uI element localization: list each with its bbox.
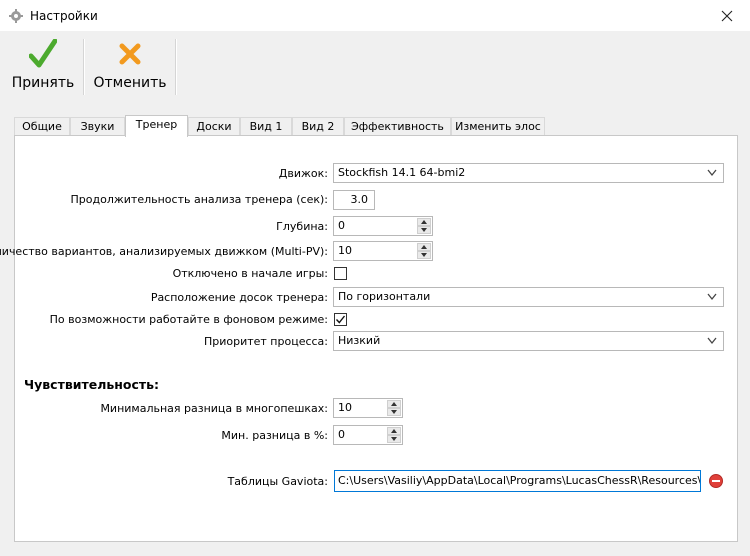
priority-value: Низкий xyxy=(338,334,381,347)
tab-view-2[interactable]: Вид 2 xyxy=(292,117,344,135)
cancel-button[interactable]: Отменить xyxy=(90,39,170,97)
cross-icon xyxy=(119,43,141,65)
engine-label: Движок: xyxy=(278,167,328,180)
toolbar-separator xyxy=(83,39,85,95)
sensitivity-heading: Чувствительность: xyxy=(24,377,160,392)
tab-sounds[interactable]: Звуки xyxy=(70,117,125,135)
spin-up-icon[interactable] xyxy=(417,218,431,226)
min-pct-label: Мин. разница в %: xyxy=(221,429,328,442)
tab-trainer[interactable]: Тренер xyxy=(125,115,188,137)
gaviota-path-field[interactable]: C:\Users\Vasiliy\AppData\Local\Programs\… xyxy=(334,470,701,492)
min-pct-spinbox[interactable]: 0 xyxy=(333,425,403,445)
chevron-down-icon xyxy=(707,169,717,177)
chevron-down-icon xyxy=(707,337,717,345)
gaviota-label: Таблицы Gaviota: xyxy=(227,475,328,488)
tab-view-1[interactable]: Вид 1 xyxy=(240,117,292,135)
engine-value: Stockfish 14.1 64-bmi2 xyxy=(338,166,466,179)
tab-boards[interactable]: Доски xyxy=(188,117,240,135)
spin-up-icon[interactable] xyxy=(387,400,401,408)
spin-down-icon[interactable] xyxy=(417,226,431,234)
window-title: Настройки xyxy=(30,9,98,23)
accept-label: Принять xyxy=(11,75,75,91)
multipv-value: 10 xyxy=(338,244,352,257)
boards-layout-value: По горизонтали xyxy=(338,290,431,303)
multipv-label: Количество вариантов, анализируемых движ… xyxy=(0,245,328,258)
spin-down-icon[interactable] xyxy=(387,435,401,443)
checkmark-icon xyxy=(335,315,346,324)
priority-combo[interactable]: Низкий xyxy=(333,331,724,351)
disabled-start-label: Отключено в начале игры: xyxy=(172,267,328,280)
spin-down-icon[interactable] xyxy=(417,251,431,259)
close-button[interactable] xyxy=(704,0,750,31)
spin-up-icon[interactable] xyxy=(417,243,431,251)
gear-icon xyxy=(9,9,23,23)
depth-value: 0 xyxy=(338,219,345,232)
boards-layout-label: Расположение досок тренера: xyxy=(150,291,328,304)
min-diff-spinbox[interactable]: 10 xyxy=(333,398,403,418)
title-bar: Настройки xyxy=(0,0,750,31)
background-label: По возможности работайте в фоновом режим… xyxy=(49,313,328,326)
priority-label: Приоритет процесса: xyxy=(203,335,328,348)
min-diff-label: Минимальная разница в многопешках: xyxy=(100,402,328,415)
close-icon xyxy=(721,10,733,21)
spin-down-icon[interactable] xyxy=(387,408,401,416)
tab-efficiency[interactable]: Эффективность xyxy=(344,117,451,135)
tab-change-elos[interactable]: Изменить элос xyxy=(451,117,545,135)
checkmark-icon xyxy=(29,39,57,68)
depth-label: Глубина: xyxy=(276,220,328,233)
accept-button[interactable]: Принять xyxy=(8,39,78,97)
duration-field[interactable]: 3.0 xyxy=(333,190,375,210)
min-diff-value: 10 xyxy=(338,401,352,414)
min-pct-value: 0 xyxy=(338,428,345,441)
background-checkbox[interactable] xyxy=(334,313,347,326)
toolbar-separator xyxy=(175,39,177,95)
disabled-start-checkbox[interactable] xyxy=(334,267,347,280)
chevron-down-icon xyxy=(707,293,717,301)
duration-label: Продолжительность анализа тренера (сек): xyxy=(70,193,328,206)
tab-general[interactable]: Общие xyxy=(14,117,70,135)
multipv-spinbox[interactable]: 10 xyxy=(333,241,433,261)
toolbar: Принять Отменить xyxy=(0,31,750,101)
cancel-label: Отменить xyxy=(93,75,167,91)
spin-up-icon[interactable] xyxy=(387,427,401,435)
engine-combo[interactable]: Stockfish 14.1 64-bmi2 xyxy=(333,163,724,183)
remove-icon[interactable] xyxy=(709,474,723,488)
boards-layout-combo[interactable]: По горизонтали xyxy=(333,287,724,307)
depth-spinbox[interactable]: 0 xyxy=(333,216,433,236)
